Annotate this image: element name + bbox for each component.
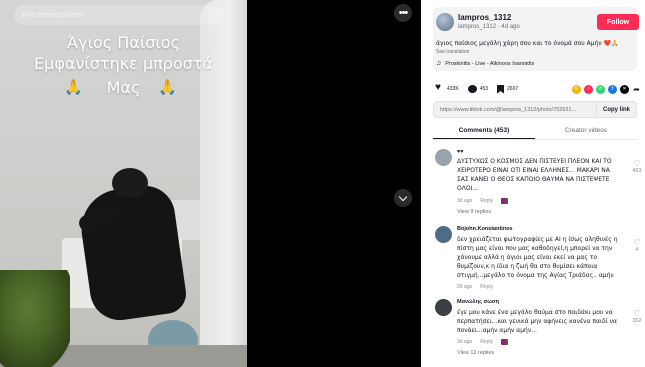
tiktok-photo-viewer: Άγιος Παίσιος Εμφανίστηκε μπροστά Μας 🙏 … xyxy=(0,0,645,367)
save-action[interactable]: 2607 xyxy=(497,84,519,94)
comment-meta: 3d ago Reply xyxy=(457,198,509,204)
chevron-down-icon xyxy=(398,192,408,201)
comment-like[interactable]: ♡ 463 xyxy=(629,159,645,174)
save-count: 2607 xyxy=(507,86,519,92)
creator-badge-icon xyxy=(501,198,509,204)
comment-text: δεν χρειάζεται φωτογραφίες με AI η ίσως … xyxy=(457,236,618,279)
photo-plant xyxy=(0,270,70,367)
praying-hands-emoji-right: 🙏 xyxy=(158,79,177,96)
comment-icon xyxy=(467,85,477,93)
reply-button[interactable]: Reply xyxy=(480,198,493,204)
tab-comments[interactable]: Comments (453) xyxy=(433,123,535,139)
music-link[interactable]: ♫ Proskinitis - Live - Alkinoos Ioannidi… xyxy=(436,60,534,67)
music-title: Proskinitis - Live - Alkinoos Ioannidis xyxy=(445,60,535,67)
comment-like-count: 463 xyxy=(632,168,642,174)
view-replies-link[interactable]: View 12 replies xyxy=(457,350,494,356)
embed-icon[interactable]: ‹› xyxy=(584,84,593,94)
commenter-avatar[interactable] xyxy=(435,226,452,243)
facebook-icon[interactable]: f xyxy=(608,84,617,94)
comment-like[interactable]: ♡ 4 xyxy=(629,238,645,253)
comment-text: έγε μου κάνε ένα μεγάλο θαύμα στο παιδάκ… xyxy=(457,309,617,334)
comment-like-count: 4 xyxy=(635,247,639,253)
comment-date: 2d ago xyxy=(457,284,473,290)
overlay-text-line-1: Άγιος Παίσιος xyxy=(67,33,180,52)
like-action[interactable]: 433K xyxy=(435,82,459,93)
coin-icon[interactable]: © xyxy=(572,84,581,94)
comment-date: 3d ago xyxy=(457,198,473,204)
music-note-icon: ♫ xyxy=(436,60,442,67)
whatsapp-icon[interactable]: ✆ xyxy=(596,84,605,94)
comment-text: ΔΥΣΤΥΧΩΣ Ο ΚΟΣΜΟΣ ΔΕΝ ΠΙΣΤΕΥΕΙ ΠΛΕΟΝ ΚΑΙ… xyxy=(457,158,612,192)
overlay-text-line-2: Εμφανίστηκε μπροστά xyxy=(34,54,213,73)
praying-hands-emoji-left: 🙏 xyxy=(64,79,83,96)
comment-count: 453 xyxy=(479,86,489,92)
comment-like-count: 362 xyxy=(632,318,642,324)
search-bar[interactable] xyxy=(14,5,224,25)
overlay-text-line-3: Μας xyxy=(106,78,141,97)
heart-outline-icon: ♡ xyxy=(633,238,641,247)
view-replies-link[interactable]: View 9 replies xyxy=(457,209,491,215)
tab-bar: Comments (453) Creator videos xyxy=(433,123,637,140)
commenter-avatar[interactable] xyxy=(435,149,452,166)
post-link-box: https://www.tiktok.com/@lampros_1312/pho… xyxy=(433,101,637,118)
post-age: 4d ago xyxy=(501,24,520,30)
creator-badge-icon xyxy=(501,339,509,345)
post-caption: άγιος παίσιος μεγάλη χάρη σου και το όνο… xyxy=(436,40,619,47)
photo-monk-head xyxy=(112,168,148,198)
tab-creator-videos[interactable]: Creator videos xyxy=(535,123,637,139)
share-arrow-icon[interactable]: ➦ xyxy=(632,84,641,94)
bookmark-icon xyxy=(497,84,505,94)
search-icon[interactable] xyxy=(207,10,216,20)
next-post-button[interactable] xyxy=(394,189,412,207)
action-bar: 433K 453 2607 © ‹› ✆ f ✕ ➦ xyxy=(435,82,641,95)
more-options-button[interactable]: ••• xyxy=(394,4,412,22)
x-icon[interactable]: ✕ xyxy=(620,84,629,94)
like-count: 433K xyxy=(447,86,459,92)
heart-outline-icon: ♡ xyxy=(633,309,641,318)
heart-icon xyxy=(435,82,444,93)
comment-date: 3d ago xyxy=(457,339,473,345)
comment-meta: 3d ago Reply xyxy=(457,339,509,345)
comment-like[interactable]: ♡ 362 xyxy=(629,309,645,324)
comment-meta: 2d ago Reply xyxy=(457,284,493,290)
see-translation-link[interactable]: See translation xyxy=(436,49,469,55)
post-link-text[interactable]: https://www.tiktok.com/@lampros_1312/pho… xyxy=(434,107,596,113)
photo-monk-figure xyxy=(76,182,189,324)
author-username[interactable]: lampros_1312 xyxy=(458,13,511,22)
author-subline: lampros_1312 · 4d ago xyxy=(458,24,520,30)
reply-button[interactable]: Reply xyxy=(480,339,493,345)
search-input[interactable] xyxy=(22,11,207,19)
follow-button[interactable]: Follow xyxy=(597,14,639,30)
author-avatar[interactable] xyxy=(436,13,454,31)
author-handle: lampros_1312 xyxy=(458,24,497,30)
commenter-name[interactable]: Bojohn.Konstantinos xyxy=(457,226,513,232)
reply-button[interactable]: Reply xyxy=(480,284,493,290)
share-row: © ‹› ✆ f ✕ ➦ xyxy=(569,84,641,94)
commenter-name[interactable]: Μανώλης σωση xyxy=(457,299,499,305)
commenter-name[interactable]: ♥♥ xyxy=(457,149,464,155)
copy-link-button[interactable]: Copy link xyxy=(595,102,636,117)
comment-action[interactable]: 453 xyxy=(467,85,489,93)
details-panel: lampros_1312 lampros_1312 · 4d ago Follo… xyxy=(421,0,645,367)
post-photo[interactable]: Άγιος Παίσιος Εμφανίστηκε μπροστά Μας 🙏 … xyxy=(0,0,247,367)
commenter-avatar[interactable] xyxy=(435,299,452,316)
media-panel: Άγιος Παίσιος Εμφανίστηκε μπροστά Μας 🙏 … xyxy=(0,0,421,367)
heart-outline-icon: ♡ xyxy=(633,159,641,168)
